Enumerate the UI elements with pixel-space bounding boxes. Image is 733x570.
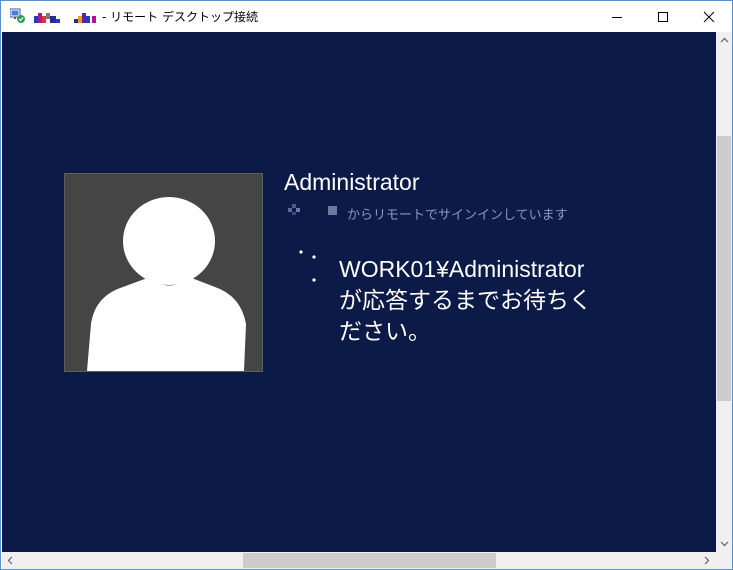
maximize-icon (658, 11, 668, 22)
window-title: - リモート デスクトップ接続 (102, 10, 258, 24)
scroll-down-button[interactable] (716, 536, 732, 552)
horizontal-scroll-thumb[interactable] (243, 553, 496, 568)
user-silhouette-icon (87, 197, 246, 371)
scroll-left-button[interactable] (2, 552, 18, 568)
scroll-right-button[interactable] (699, 552, 715, 568)
minimize-icon (612, 16, 622, 18)
chevron-up-icon (720, 37, 728, 43)
close-button[interactable] (686, 1, 732, 32)
vertical-scroll-thumb[interactable] (717, 136, 731, 401)
scrollbar-corner (716, 552, 732, 569)
remote-desktop-app-icon[interactable] (9, 8, 26, 24)
wait-message: WORK01¥Administrator が応答するまでお待ちください。 (339, 256, 592, 344)
minimize-button[interactable] (594, 1, 640, 32)
horizontal-scrollbar[interactable] (2, 552, 716, 569)
close-icon (703, 11, 715, 22)
chevron-left-icon (7, 556, 13, 564)
maximize-button[interactable] (640, 1, 686, 32)
vertical-scrollbar[interactable] (716, 32, 732, 552)
chevron-right-icon (704, 556, 710, 564)
username-label: Administrator (284, 169, 420, 195)
remote-desktop-window: - リモート デスクトップ接続 Administrator からリモートでサイン… (0, 0, 733, 570)
title-bar[interactable]: - リモート デスクトップ接続 (1, 1, 732, 32)
scroll-up-button[interactable] (716, 32, 732, 48)
loading-spinner-icon (299, 250, 316, 282)
signin-status-text: からリモートでサインインしています (347, 208, 568, 223)
remote-session-screen[interactable]: Administrator からリモートでサインインしています WORK01¥A… (2, 32, 716, 552)
chevron-down-icon (720, 541, 728, 547)
user-avatar (64, 173, 263, 372)
